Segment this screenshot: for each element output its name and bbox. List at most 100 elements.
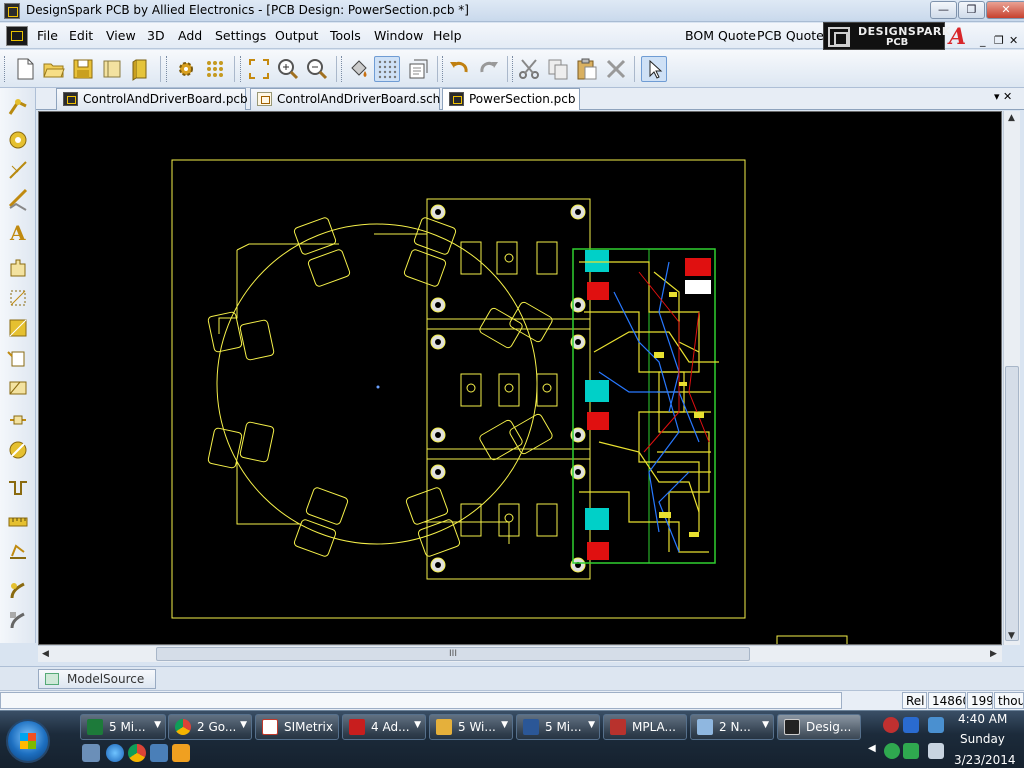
toolbar-grip[interactable] [512,56,515,82]
grid-dots-button[interactable] [202,56,228,82]
task-mplab[interactable]: MPLA... [603,714,687,740]
menu-output[interactable]: Output [275,28,318,43]
menu-add[interactable]: Add [178,28,202,43]
action-center-icon[interactable] [903,743,919,759]
scroll-left-arrow[interactable]: ◀ [42,649,49,659]
add-board-outline-button[interactable] [6,286,30,310]
toolbar-grip[interactable] [341,56,344,82]
menu-file[interactable]: File [37,28,58,43]
add-shape-line-button[interactable] [6,158,30,182]
add-component-button[interactable] [6,256,30,280]
add-copper-button[interactable] [6,194,30,218]
clock-date[interactable]: 3/23/2014 [954,753,1016,767]
tab-powersection-pcb[interactable]: PowerSection.pcb [442,88,580,110]
properties-button[interactable] [405,56,431,82]
task-excel[interactable]: 5 Mi... ▼ [80,714,166,740]
measure-button[interactable] [6,510,30,534]
open-button[interactable] [41,56,67,82]
quick-chrome-icon[interactable] [128,744,146,762]
edit-track-button[interactable] [6,578,30,602]
add-doc-symbol-button[interactable] [6,346,30,370]
start-button[interactable] [6,719,50,763]
window-switch-icon[interactable] [150,744,168,762]
show-desktop-icon[interactable] [82,744,100,762]
antivirus-icon[interactable] [883,717,899,733]
pcb-drawing[interactable] [39,112,1002,645]
add-pad-button[interactable] [6,128,30,152]
copy-button[interactable] [545,56,571,82]
shield-icon[interactable] [884,743,900,759]
menu-help[interactable]: Help [433,28,462,43]
mounting-holes[interactable] [430,204,586,573]
close-button[interactable]: ✕ [986,1,1024,19]
menu-tools[interactable]: Tools [330,28,361,43]
tab-controlanddriverboard-sch[interactable]: ControlAndDriverBoard.sch [250,88,440,110]
driver-board[interactable] [572,248,719,564]
zoom-out-button[interactable] [304,56,330,82]
scroll-right-arrow[interactable]: ▶ [990,649,997,659]
circle-device-footprints[interactable] [207,217,554,558]
clock-day[interactable]: Sunday [960,732,1005,746]
units-field[interactable]: thou [994,692,1024,709]
edit-pad-button[interactable] [6,540,30,564]
menu-window[interactable]: Window [374,28,423,43]
cut-button[interactable] [516,56,542,82]
heatsink-circle-outline[interactable] [216,223,538,545]
power-module-2-outline[interactable] [426,328,591,450]
title-bar[interactable]: DesignSpark PCB by Allied Electronics - … [0,0,1024,22]
transistor-footprints[interactable] [460,241,558,537]
tab-controlanddriverboard-pcb[interactable]: ControlAndDriverBoard.pcb [56,88,248,110]
power-module-3-outline[interactable] [426,458,591,580]
tray-expand-arrow[interactable]: ◀ [868,743,876,754]
power-module-1-outline[interactable] [426,198,591,320]
clock-time[interactable]: 4:40 AM [958,712,1007,726]
add-track-button[interactable] [6,96,30,120]
edit-segment-button[interactable] [6,608,30,632]
paste-button[interactable] [574,56,600,82]
mdi-close-button[interactable]: ✕ [1009,34,1018,47]
horizontal-scroll-thumb[interactable]: III [156,647,750,661]
toolbar-grip[interactable] [4,56,7,82]
add-text-button[interactable]: A [6,220,30,245]
library-manager-button[interactable] [128,56,154,82]
fill-button[interactable] [346,56,372,82]
toolbar-grip[interactable] [240,56,243,82]
menu-view[interactable]: View [106,28,136,43]
task-simetrix[interactable]: SIMetrix [255,714,339,740]
coordinate-mode[interactable]: Rel [902,692,927,709]
select-button[interactable] [641,56,667,82]
task-notepad[interactable]: 2 N... ▼ [690,714,774,740]
designspark-app-icon[interactable] [4,3,20,19]
add-via-button[interactable] [6,438,30,462]
media-player-icon[interactable] [172,744,190,762]
redo-button[interactable] [476,56,502,82]
tab-list-close-button[interactable]: ▾ ✕ [994,90,1012,103]
bom-quote-button[interactable]: BOM Quote [685,28,756,43]
menu-3d[interactable]: 3D [147,28,165,43]
vertical-scroll-thumb[interactable] [1005,366,1019,641]
modelsource-tab[interactable]: ModelSource [38,669,156,689]
volume-icon[interactable] [928,743,944,759]
toolbar-grip[interactable] [442,56,445,82]
minimize-button[interactable]: — [930,1,957,19]
mdi-minimize-button[interactable]: _ [980,34,986,47]
menu-edit[interactable]: Edit [69,28,93,43]
task-explorer[interactable]: 5 Wi... ▼ [429,714,513,740]
zoom-in-button[interactable] [275,56,301,82]
document-menu-icon[interactable] [6,26,28,46]
menu-settings[interactable]: Settings [215,28,266,43]
bluetooth-icon[interactable] [903,717,919,733]
network-icon[interactable] [928,717,944,733]
grid-toggle-button[interactable] [374,56,400,82]
restore-button[interactable]: ❐ [958,1,985,19]
delete-button[interactable] [603,56,629,82]
pcb-design-canvas[interactable] [38,111,1002,645]
pcb-quote-button[interactable]: PCB Quote [757,28,824,43]
save-button[interactable] [70,56,96,82]
open-library-button[interactable] [99,56,125,82]
ie-icon[interactable] [106,744,124,762]
horizontal-scrollbar[interactable]: ◀ III ▶ [38,645,1002,662]
new-file-button[interactable] [12,56,38,82]
scroll-up-arrow[interactable]: ▲ [1008,113,1015,123]
undo-button[interactable] [446,56,472,82]
